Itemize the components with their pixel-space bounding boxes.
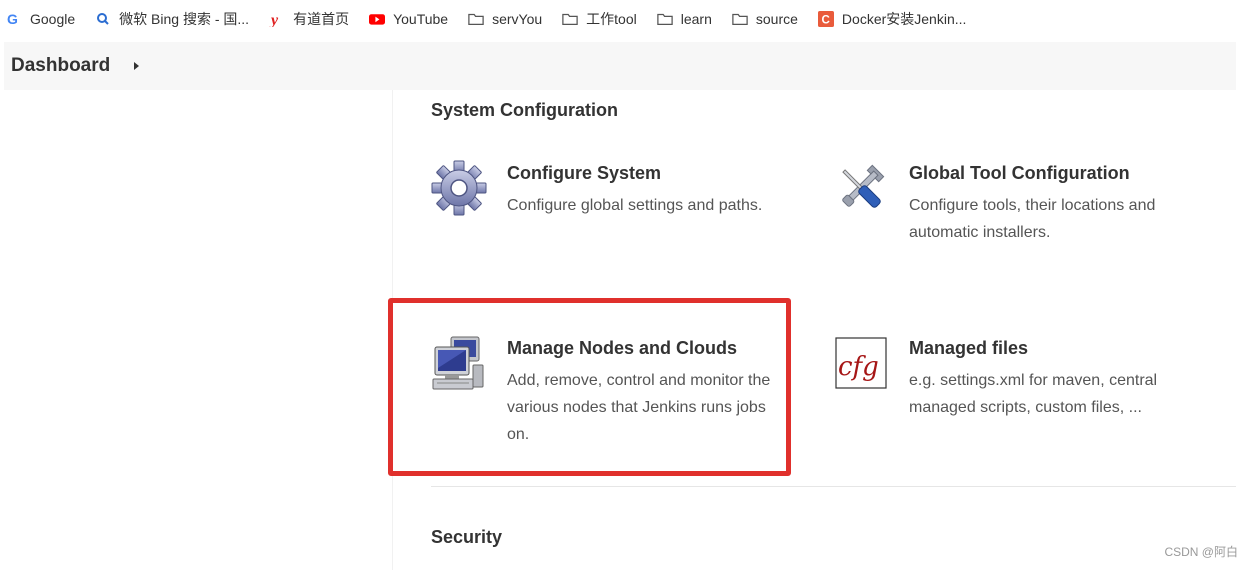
bookmark-label: 工作tool xyxy=(586,11,637,27)
section-divider xyxy=(431,486,1236,487)
bookmark-youdao[interactable]: y 有道首页 xyxy=(269,9,349,29)
tools-icon xyxy=(833,160,889,216)
configure-system-title: Configure System xyxy=(507,163,662,183)
global-tool-configuration-link[interactable]: Global Tool Configuration Configure tool… xyxy=(833,160,1213,250)
bookmark-docker-jenkins[interactable]: C Docker安装Jenkin... xyxy=(817,9,967,29)
manage-nodes-and-clouds-description: Add, remove, control and monitor the var… xyxy=(507,372,771,443)
bookmarks-bar: G Google 微软 Bing 搜索 - 国... y 有道首页 YouTub… xyxy=(0,0,1252,38)
svg-text:C: C xyxy=(821,14,830,26)
breadcrumb: Dashboard xyxy=(4,42,1236,90)
bookmark-bing[interactable]: 微软 Bing 搜索 - 国... xyxy=(95,9,249,29)
computer-icon xyxy=(431,335,487,391)
bookmark-label: source xyxy=(755,11,798,27)
configure-system-description: Configure global settings and paths. xyxy=(507,197,763,214)
breadcrumb-dashboard[interactable]: Dashboard xyxy=(11,55,110,77)
section-title-security: Security xyxy=(431,527,503,547)
bookmark-google[interactable]: G Google xyxy=(6,11,75,27)
global-tool-configuration-description: Configure tools, their locations and aut… xyxy=(909,197,1156,241)
svg-text:cfg: cfg xyxy=(838,352,879,382)
bing-search-icon xyxy=(95,11,111,27)
configure-system-link[interactable]: Configure System Configure global settin… xyxy=(431,160,801,240)
folder-icon xyxy=(468,11,484,27)
bookmark-label: Google xyxy=(30,11,76,27)
bookmark-label: 有道首页 xyxy=(293,11,350,27)
global-tool-configuration-title: Global Tool Configuration xyxy=(909,163,1130,183)
bookmark-youtube[interactable]: YouTube xyxy=(369,11,448,27)
csdn-icon: C xyxy=(817,11,834,27)
svg-text:G: G xyxy=(7,11,18,27)
bookmark-label: YouTube xyxy=(393,11,449,27)
managed-files-title: Managed files xyxy=(909,338,1029,358)
bookmark-folder-servyou[interactable]: servYou xyxy=(468,11,542,27)
bookmark-folder-worktool[interactable]: 工作tool xyxy=(562,9,637,29)
bookmark-folder-source[interactable]: source xyxy=(732,11,798,27)
managed-files-description: e.g. settings.xml for maven, central man… xyxy=(909,372,1158,416)
google-icon: G xyxy=(6,11,22,27)
bookmark-label: Docker安装Jenkin... xyxy=(841,11,967,27)
cfg-file-icon: cfg xyxy=(833,335,889,391)
youdao-icon: y xyxy=(269,11,285,27)
watermark: CSDN @阿白 xyxy=(1164,545,1238,559)
bookmark-label: learn xyxy=(680,11,712,27)
folder-icon xyxy=(657,11,673,27)
section-title-system-configuration: System Configuration xyxy=(431,100,619,120)
bookmark-folder-learn[interactable]: learn xyxy=(657,11,712,27)
bookmark-label: 微软 Bing 搜索 - 国... xyxy=(119,11,250,27)
folder-icon xyxy=(562,11,578,27)
svg-text:y: y xyxy=(269,12,279,27)
youtube-icon xyxy=(369,11,386,27)
managed-files-link[interactable]: cfg Managed files e.g. settings.xml for … xyxy=(833,335,1213,425)
folder-icon xyxy=(732,11,748,27)
chevron-right-icon[interactable] xyxy=(134,62,140,70)
bookmark-label: servYou xyxy=(492,11,543,27)
manage-nodes-and-clouds-title: Manage Nodes and Clouds xyxy=(507,338,738,358)
gear-icon xyxy=(431,160,487,216)
manage-nodes-and-clouds-link[interactable]: Manage Nodes and Clouds Add, remove, con… xyxy=(431,335,786,450)
